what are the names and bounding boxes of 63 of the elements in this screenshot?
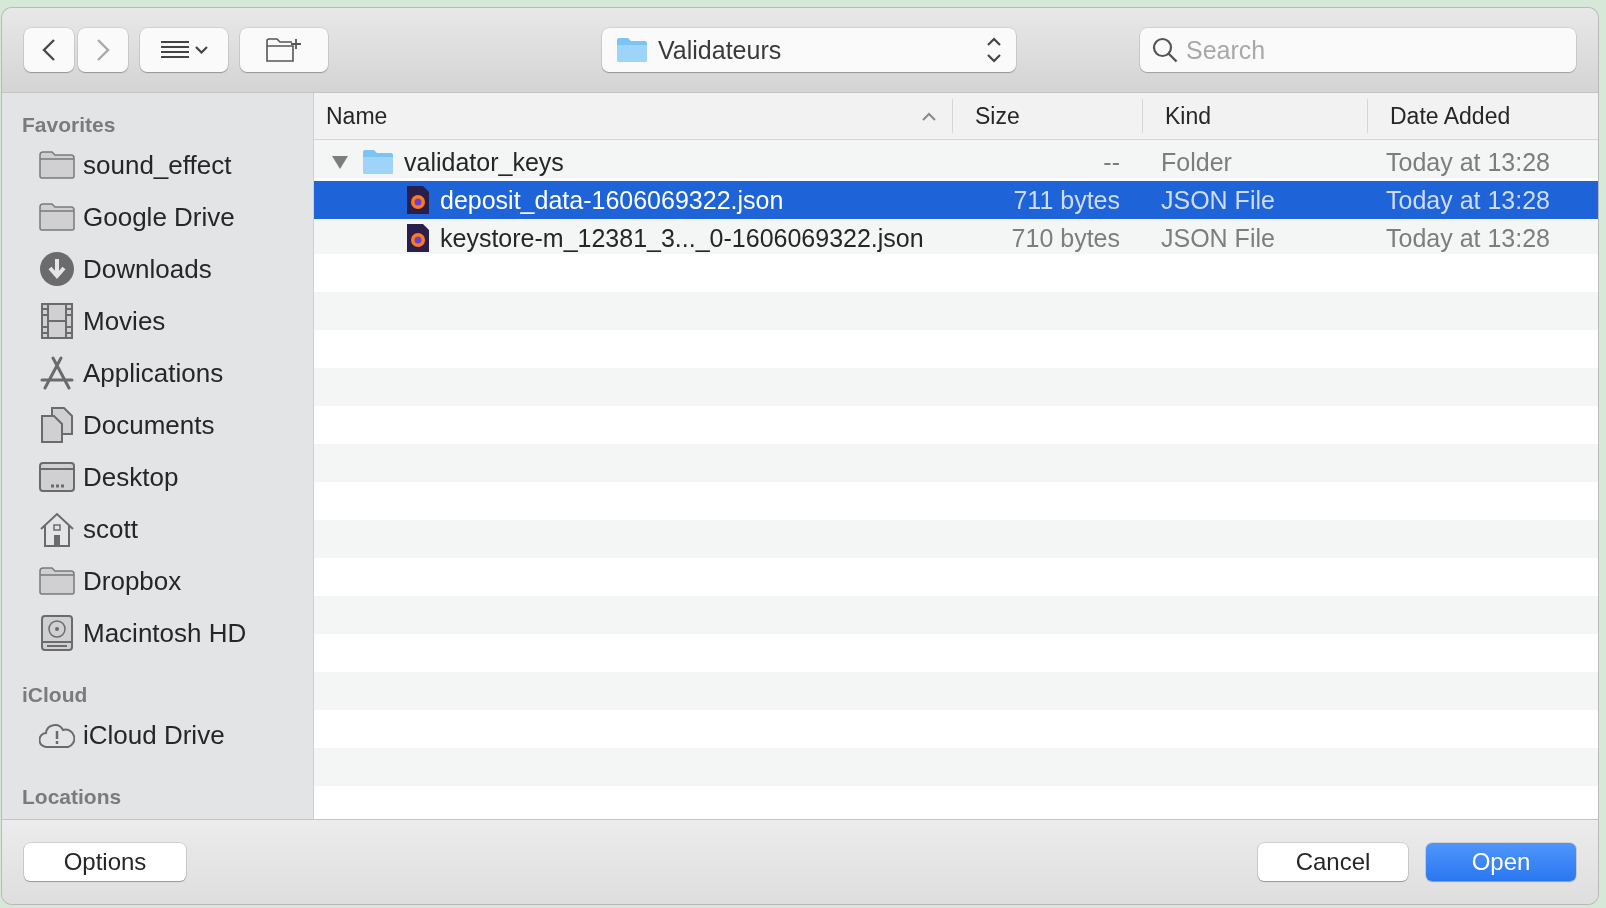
sidebar-section-title: Favorites	[21, 112, 117, 138]
documents-icon	[40, 407, 74, 443]
search-icon	[1152, 37, 1178, 63]
date-added: Today at 13:28	[1385, 147, 1551, 177]
sidebar-item[interactable]: Movies	[2, 295, 313, 347]
sidebar-item[interactable]: sound_effect	[2, 139, 313, 191]
date-added: Today at 13:28	[1385, 223, 1551, 253]
folder-icon	[39, 567, 75, 595]
download-icon	[39, 251, 75, 287]
cloud-icon	[39, 722, 75, 748]
folder-icon	[39, 151, 75, 179]
file-row[interactable]: keystore-m_12381_3..._0-1606069322.json 710 bytes JSON File Today at 13:28	[314, 219, 1598, 257]
sidebar-item[interactable]: iCloud Drive	[2, 709, 313, 761]
film-icon	[41, 303, 73, 339]
column-header[interactable]: Date Added	[1367, 99, 1598, 133]
file-icon	[406, 223, 430, 253]
sidebar-section-title: Locations	[21, 784, 123, 810]
house-icon	[39, 511, 75, 547]
folder-icon	[362, 149, 394, 175]
file-size: 711 bytes	[1012, 185, 1121, 215]
column-header[interactable]: Name	[314, 99, 952, 133]
view-options-button[interactable]	[140, 28, 228, 72]
sidebar-item[interactable]: scott	[2, 503, 313, 555]
options-button[interactable]: Options	[24, 843, 186, 881]
date-added: Today at 13:28	[1385, 185, 1551, 215]
sidebar-item[interactable]: Macintosh HD	[2, 607, 313, 659]
location-popup[interactable]: Validateurs	[602, 28, 1016, 72]
file-kind: Folder	[1160, 147, 1233, 177]
folder-icon	[39, 203, 75, 231]
file-row[interactable]: deposit_data-1606069322.json 711 bytes JSON File Today at 13:28	[314, 181, 1598, 219]
new-folder-icon	[266, 37, 302, 63]
cancel-button[interactable]: Cancel	[1258, 843, 1408, 881]
column-header[interactable]: Size	[952, 99, 1142, 133]
open-button[interactable]: Open	[1426, 843, 1576, 881]
sort-ascending-icon	[922, 111, 936, 121]
search-field[interactable]: Search	[1140, 28, 1576, 72]
folder-icon	[616, 37, 648, 63]
file-size: --	[1102, 147, 1121, 177]
back-button[interactable]	[24, 28, 74, 72]
file-icon	[406, 185, 430, 215]
up-down-arrows-icon	[986, 37, 1002, 63]
chevron-down-icon	[194, 46, 208, 54]
file-row[interactable]: validator_keys -- Folder Today at 13:28	[314, 143, 1598, 181]
file-size: 710 bytes	[1010, 223, 1121, 253]
disclosure-down-icon[interactable]	[331, 154, 349, 170]
sidebar-item[interactable]: Dropbox	[2, 555, 313, 607]
hard-drive-icon	[41, 615, 73, 651]
file-kind: JSON File	[1160, 185, 1276, 215]
file-name: keystore-m_12381_3..._0-1606069322.json	[440, 223, 924, 253]
applications-icon	[39, 356, 75, 390]
file-name: validator_keys	[404, 147, 564, 177]
sidebar-item[interactable]: Applications	[2, 347, 313, 399]
file-name: deposit_data-1606069322.json	[440, 185, 784, 215]
column-header[interactable]: Kind	[1142, 99, 1367, 133]
file-kind: JSON File	[1160, 223, 1276, 253]
list-view-icon	[160, 41, 189, 59]
sidebar-item[interactable]: Google Drive	[2, 191, 313, 243]
sidebar-section-title: iCloud	[21, 682, 89, 708]
desktop-icon	[39, 462, 75, 492]
sidebar-item[interactable]: Downloads	[2, 243, 313, 295]
sidebar-item[interactable]: Documents	[2, 399, 313, 451]
sidebar-item[interactable]: Desktop	[2, 451, 313, 503]
new-folder-button[interactable]	[240, 28, 328, 72]
